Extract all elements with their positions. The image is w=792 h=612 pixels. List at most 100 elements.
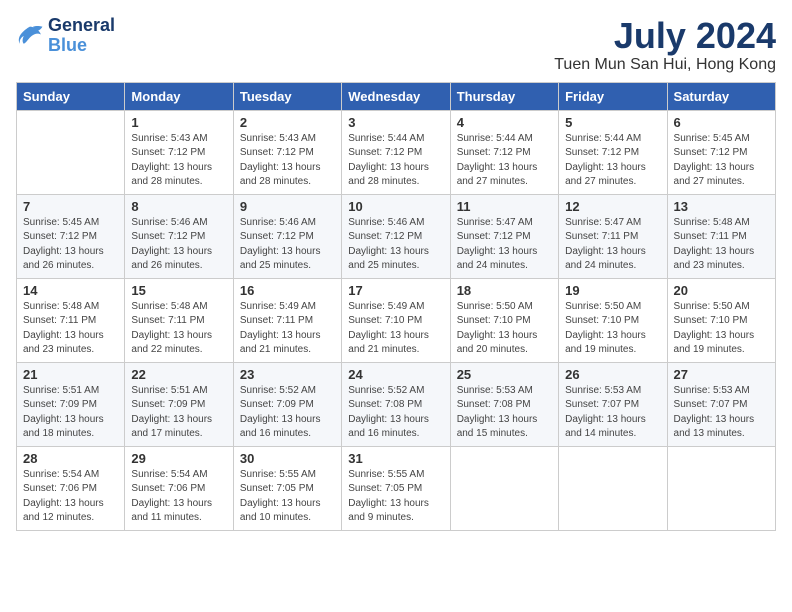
day-number: 22 — [131, 367, 226, 382]
day-info: Sunrise: 5:52 AM Sunset: 7:08 PM Dayligh… — [348, 384, 443, 442]
calendar-cell: 5 Sunrise: 5:44 AM Sunset: 7:12 PM Daylig… — [559, 110, 667, 194]
logo-icon — [16, 22, 44, 50]
calendar-week-row: 21 Sunrise: 5:51 AM Sunset: 7:09 PM Dayli… — [17, 362, 776, 446]
weekday-header-thursday: Thursday — [450, 82, 558, 110]
day-number: 2 — [240, 115, 335, 130]
day-info: Sunrise: 5:43 AM Sunset: 7:12 PM Dayligh… — [131, 132, 226, 190]
day-number: 18 — [457, 283, 552, 298]
calendar-cell: 26 Sunrise: 5:53 AM Sunset: 7:07 PM Dayli… — [559, 362, 667, 446]
day-number: 19 — [565, 283, 660, 298]
calendar-week-row: 28 Sunrise: 5:54 AM Sunset: 7:06 PM Dayli… — [17, 446, 776, 530]
day-info: Sunrise: 5:50 AM Sunset: 7:10 PM Dayligh… — [565, 300, 660, 358]
calendar-week-row: 14 Sunrise: 5:48 AM Sunset: 7:11 PM Dayli… — [17, 278, 776, 362]
calendar-cell: 2 Sunrise: 5:43 AM Sunset: 7:12 PM Daylig… — [233, 110, 341, 194]
day-number: 31 — [348, 451, 443, 466]
day-number: 1 — [131, 115, 226, 130]
calendar-cell — [17, 110, 125, 194]
calendar-cell: 8 Sunrise: 5:46 AM Sunset: 7:12 PM Daylig… — [125, 194, 233, 278]
calendar-table: SundayMondayTuesdayWednesdayThursdayFrid… — [16, 82, 776, 531]
day-number: 30 — [240, 451, 335, 466]
day-info: Sunrise: 5:49 AM Sunset: 7:10 PM Dayligh… — [348, 300, 443, 358]
day-info: Sunrise: 5:49 AM Sunset: 7:11 PM Dayligh… — [240, 300, 335, 358]
day-number: 9 — [240, 199, 335, 214]
day-info: Sunrise: 5:54 AM Sunset: 7:06 PM Dayligh… — [131, 468, 226, 526]
day-info: Sunrise: 5:54 AM Sunset: 7:06 PM Dayligh… — [23, 468, 118, 526]
calendar-cell: 30 Sunrise: 5:55 AM Sunset: 7:05 PM Dayli… — [233, 446, 341, 530]
day-info: Sunrise: 5:45 AM Sunset: 7:12 PM Dayligh… — [23, 216, 118, 274]
calendar-cell: 12 Sunrise: 5:47 AM Sunset: 7:11 PM Dayli… — [559, 194, 667, 278]
calendar-week-row: 7 Sunrise: 5:45 AM Sunset: 7:12 PM Daylig… — [17, 194, 776, 278]
day-number: 10 — [348, 199, 443, 214]
day-info: Sunrise: 5:48 AM Sunset: 7:11 PM Dayligh… — [674, 216, 769, 274]
location-title: Tuen Mun San Hui, Hong Kong — [554, 56, 776, 74]
calendar-cell: 29Sunrise: 5:54 AM Sunset: 7:06 PM Dayli… — [125, 446, 233, 530]
day-number: 12 — [565, 199, 660, 214]
day-number: 8 — [131, 199, 226, 214]
day-number: 6 — [674, 115, 769, 130]
calendar-cell: 25 Sunrise: 5:53 AM Sunset: 7:08 PM Dayli… — [450, 362, 558, 446]
day-info: Sunrise: 5:46 AM Sunset: 7:12 PM Dayligh… — [131, 216, 226, 274]
day-info: Sunrise: 5:47 AM Sunset: 7:11 PM Dayligh… — [565, 216, 660, 274]
calendar-cell: 21 Sunrise: 5:51 AM Sunset: 7:09 PM Dayli… — [17, 362, 125, 446]
day-info: Sunrise: 5:51 AM Sunset: 7:09 PM Dayligh… — [131, 384, 226, 442]
day-number: 26 — [565, 367, 660, 382]
day-number: 5 — [565, 115, 660, 130]
day-number: 28 — [23, 451, 118, 466]
weekday-header-row: SundayMondayTuesdayWednesdayThursdayFrid… — [17, 82, 776, 110]
day-info: Sunrise: 5:53 AM Sunset: 7:07 PM Dayligh… — [565, 384, 660, 442]
day-number: 4 — [457, 115, 552, 130]
calendar-cell: 4 Sunrise: 5:44 AM Sunset: 7:12 PM Daylig… — [450, 110, 558, 194]
day-number: 25 — [457, 367, 552, 382]
calendar-cell — [450, 446, 558, 530]
weekday-header-wednesday: Wednesday — [342, 82, 450, 110]
day-number: 11 — [457, 199, 552, 214]
calendar-cell: 31 Sunrise: 5:55 AM Sunset: 7:05 PM Dayli… — [342, 446, 450, 530]
day-info: Sunrise: 5:55 AM Sunset: 7:05 PM Dayligh… — [240, 468, 335, 526]
calendar-cell: 1 Sunrise: 5:43 AM Sunset: 7:12 PM Daylig… — [125, 110, 233, 194]
month-title: July 2024 — [554, 16, 776, 56]
day-info: Sunrise: 5:55 AM Sunset: 7:05 PM Dayligh… — [348, 468, 443, 526]
day-info: Sunrise: 5:47 AM Sunset: 7:12 PM Dayligh… — [457, 216, 552, 274]
weekday-header-friday: Friday — [559, 82, 667, 110]
day-info: Sunrise: 5:46 AM Sunset: 7:12 PM Dayligh… — [348, 216, 443, 274]
day-info: Sunrise: 5:48 AM Sunset: 7:11 PM Dayligh… — [23, 300, 118, 358]
day-number: 21 — [23, 367, 118, 382]
calendar-cell: 17 Sunrise: 5:49 AM Sunset: 7:10 PM Dayli… — [342, 278, 450, 362]
day-number: 16 — [240, 283, 335, 298]
day-info: Sunrise: 5:44 AM Sunset: 7:12 PM Dayligh… — [565, 132, 660, 190]
logo-text: General Blue — [48, 16, 115, 56]
calendar-cell: 3Sunrise: 5:44 AM Sunset: 7:12 PM Daylig… — [342, 110, 450, 194]
weekday-header-tuesday: Tuesday — [233, 82, 341, 110]
day-info: Sunrise: 5:52 AM Sunset: 7:09 PM Dayligh… — [240, 384, 335, 442]
page-header: General Blue July 2024 Tuen Mun San Hui,… — [16, 16, 776, 74]
calendar-cell: 14 Sunrise: 5:48 AM Sunset: 7:11 PM Dayli… — [17, 278, 125, 362]
day-info: Sunrise: 5:51 AM Sunset: 7:09 PM Dayligh… — [23, 384, 118, 442]
day-info: Sunrise: 5:53 AM Sunset: 7:08 PM Dayligh… — [457, 384, 552, 442]
calendar-cell: 15Sunrise: 5:48 AM Sunset: 7:11 PM Dayli… — [125, 278, 233, 362]
calendar-cell: 27 Sunrise: 5:53 AM Sunset: 7:07 PM Dayli… — [667, 362, 775, 446]
day-number: 17 — [348, 283, 443, 298]
day-info: Sunrise: 5:50 AM Sunset: 7:10 PM Dayligh… — [674, 300, 769, 358]
day-number: 7 — [23, 199, 118, 214]
day-info: Sunrise: 5:44 AM Sunset: 7:12 PM Dayligh… — [457, 132, 552, 190]
logo: General Blue — [16, 16, 115, 56]
calendar-cell — [667, 446, 775, 530]
day-number: 23 — [240, 367, 335, 382]
day-info: Sunrise: 5:43 AM Sunset: 7:12 PM Dayligh… — [240, 132, 335, 190]
day-number: 13 — [674, 199, 769, 214]
calendar-cell: 28 Sunrise: 5:54 AM Sunset: 7:06 PM Dayli… — [17, 446, 125, 530]
calendar-cell: 20Sunrise: 5:50 AM Sunset: 7:10 PM Dayli… — [667, 278, 775, 362]
day-number: 27 — [674, 367, 769, 382]
day-number: 24 — [348, 367, 443, 382]
day-number: 14 — [23, 283, 118, 298]
calendar-cell: 10 Sunrise: 5:46 AM Sunset: 7:12 PM Dayli… — [342, 194, 450, 278]
day-info: Sunrise: 5:53 AM Sunset: 7:07 PM Dayligh… — [674, 384, 769, 442]
calendar-cell: 18 Sunrise: 5:50 AM Sunset: 7:10 PM Dayli… — [450, 278, 558, 362]
day-info: Sunrise: 5:50 AM Sunset: 7:10 PM Dayligh… — [457, 300, 552, 358]
day-info: Sunrise: 5:48 AM Sunset: 7:11 PM Dayligh… — [131, 300, 226, 358]
calendar-cell: 11 Sunrise: 5:47 AM Sunset: 7:12 PM Dayli… — [450, 194, 558, 278]
calendar-cell: 22 Sunrise: 5:51 AM Sunset: 7:09 PM Dayli… — [125, 362, 233, 446]
calendar-cell: 23 Sunrise: 5:52 AM Sunset: 7:09 PM Dayli… — [233, 362, 341, 446]
calendar-cell: 16 Sunrise: 5:49 AM Sunset: 7:11 PM Dayli… — [233, 278, 341, 362]
calendar-cell: 7 Sunrise: 5:45 AM Sunset: 7:12 PM Daylig… — [17, 194, 125, 278]
